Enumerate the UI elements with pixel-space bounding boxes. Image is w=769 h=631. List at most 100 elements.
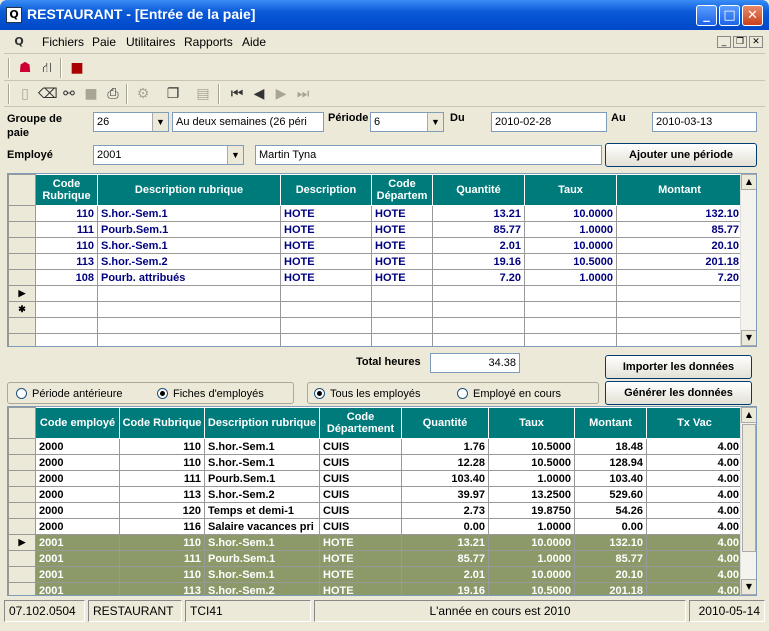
- table-cell[interactable]: [616, 333, 743, 346]
- table-cell[interactable]: 12.28: [401, 454, 489, 471]
- table-cell[interactable]: 13.21: [432, 205, 525, 222]
- col-code-employe[interactable]: Code employé: [35, 407, 120, 439]
- table-cell[interactable]: [616, 301, 743, 318]
- table-cell[interactable]: 19.16: [401, 582, 489, 595]
- next-record-icon[interactable]: ▶: [272, 85, 290, 103]
- table-cell[interactable]: 10.5000: [524, 253, 617, 270]
- form-icon[interactable]: ▤: [194, 85, 212, 103]
- table-cell[interactable]: [97, 285, 281, 302]
- table-cell[interactable]: 111: [35, 221, 98, 238]
- table-cell[interactable]: CUIS: [319, 518, 402, 535]
- empty-row[interactable]: ✱: [8, 301, 743, 318]
- table-cell[interactable]: [432, 317, 525, 334]
- table-cell[interactable]: 2.01: [432, 237, 525, 254]
- copy-icon[interactable]: ❐: [164, 85, 182, 103]
- scroll-down-icon[interactable]: ▼: [741, 330, 756, 346]
- table-cell[interactable]: S.hor.-Sem.2: [97, 253, 281, 270]
- empty-row[interactable]: [8, 317, 743, 334]
- eraser-icon[interactable]: ⌫: [38, 85, 58, 103]
- table-cell[interactable]: S.hor.-Sem.2: [204, 582, 320, 595]
- table-cell[interactable]: [371, 317, 433, 334]
- table-cell[interactable]: 85.77: [432, 221, 525, 238]
- table-cell[interactable]: HOTE: [371, 221, 433, 238]
- top-grid-scrollbar[interactable]: ▲ ▼: [740, 174, 756, 346]
- mdi-minimize-icon[interactable]: _: [717, 36, 731, 48]
- table-cell[interactable]: Temps et demi-1: [204, 502, 320, 519]
- table-cell[interactable]: HOTE: [319, 566, 402, 583]
- print-icon[interactable]: ⎙: [104, 85, 122, 103]
- table-cell[interactable]: [97, 317, 281, 334]
- row-selector[interactable]: [8, 221, 36, 238]
- add-period-button[interactable]: Ajouter une période: [605, 143, 757, 167]
- table-cell[interactable]: 1.0000: [524, 221, 617, 238]
- table-row[interactable]: 2000 113 S.hor.-Sem.2 CUIS 39.97 13.2500 529.6…: [8, 486, 743, 503]
- col-code-departement[interactable]: Code Départem: [371, 174, 433, 206]
- table-cell[interactable]: 10.5000: [488, 438, 575, 455]
- table-cell[interactable]: CUIS: [319, 470, 402, 487]
- groupe-combo[interactable]: 26 ▼: [93, 112, 169, 132]
- table-cell[interactable]: 4.00: [646, 470, 743, 487]
- col-description-rubrique[interactable]: Description rubrique: [204, 407, 320, 439]
- periode-combo[interactable]: 6 ▼: [370, 112, 444, 132]
- mdi-app-icon[interactable]: Q: [10, 33, 28, 51]
- table-cell[interactable]: [35, 333, 98, 346]
- table-row[interactable]: 2000 116 Salaire vacances pri CUIS 0.00 1.000…: [8, 518, 743, 535]
- table-row[interactable]: 2000 111 Pourb.Sem.1 CUIS 103.40 1.0000 103.40…: [8, 470, 743, 487]
- table-cell[interactable]: [432, 285, 525, 302]
- table-cell[interactable]: 10.0000: [524, 205, 617, 222]
- table-cell[interactable]: 2001: [35, 582, 120, 595]
- table-cell[interactable]: S.hor.-Sem.1: [204, 534, 320, 551]
- table-cell[interactable]: 103.40: [401, 470, 489, 487]
- radio-tous-employes[interactable]: Tous les employés: [314, 388, 421, 400]
- table-cell[interactable]: 108: [35, 269, 98, 286]
- table-cell[interactable]: HOTE: [280, 253, 372, 270]
- table-cell[interactable]: 7.20: [432, 269, 525, 286]
- table-cell[interactable]: S.hor.-Sem.1: [204, 454, 320, 471]
- table-cell[interactable]: 4.00: [646, 486, 743, 503]
- row-selector[interactable]: [8, 333, 36, 346]
- table-cell[interactable]: 103.40: [574, 470, 647, 487]
- table-cell[interactable]: [616, 317, 743, 334]
- first-record-icon[interactable]: ⏮: [228, 85, 246, 103]
- mdi-restore-icon[interactable]: ❐: [733, 36, 747, 48]
- table-cell[interactable]: 113: [119, 486, 205, 503]
- table-cell[interactable]: [371, 333, 433, 346]
- table-cell[interactable]: 4.00: [646, 454, 743, 471]
- table-cell[interactable]: [35, 301, 98, 318]
- table-cell[interactable]: [35, 317, 98, 334]
- table-cell[interactable]: HOTE: [371, 269, 433, 286]
- table-cell[interactable]: [97, 333, 281, 346]
- table-cell[interactable]: HOTE: [371, 205, 433, 222]
- table-cell[interactable]: Pourb.Sem.1: [204, 470, 320, 487]
- table-cell[interactable]: 132.10: [574, 534, 647, 551]
- employee-icon[interactable]: ☗: [16, 59, 34, 77]
- import-button[interactable]: Importer les données: [605, 355, 752, 379]
- col-montant[interactable]: Montant: [616, 174, 743, 206]
- table-cell[interactable]: [432, 333, 525, 346]
- table-cell[interactable]: [524, 301, 617, 318]
- empty-row[interactable]: ▶: [8, 285, 743, 302]
- table-cell[interactable]: [524, 333, 617, 346]
- col-code-rubrique[interactable]: Code Rubrique: [119, 407, 205, 439]
- scroll-down-icon[interactable]: ▼: [741, 579, 756, 595]
- table-row[interactable]: 2001 110 S.hor.-Sem.1 HOTE 2.01 10.0000 20.10 4…: [8, 566, 743, 583]
- row-selector[interactable]: [8, 237, 36, 254]
- table-row[interactable]: 2000 120 Temps et demi-1 CUIS 2.73 19.8750 54.…: [8, 502, 743, 519]
- mdi-close-icon[interactable]: ✕: [749, 36, 763, 48]
- new-icon[interactable]: ▯: [16, 85, 34, 103]
- top-grid[interactable]: Code Rubrique Description rubrique Descr…: [7, 173, 757, 347]
- row-selector[interactable]: [8, 269, 36, 286]
- table-cell[interactable]: 111: [119, 470, 205, 487]
- row-selector[interactable]: [8, 486, 36, 503]
- table-cell[interactable]: HOTE: [280, 205, 372, 222]
- row-selector[interactable]: [8, 454, 36, 471]
- table-cell[interactable]: S.hor.-Sem.1: [204, 566, 320, 583]
- table-cell[interactable]: 110: [119, 566, 205, 583]
- table-cell[interactable]: HOTE: [280, 237, 372, 254]
- table-row[interactable]: 2001 111 Pourb.Sem.1 HOTE 85.77 1.0000 85.77 4.…: [8, 550, 743, 567]
- table-cell[interactable]: HOTE: [319, 534, 402, 551]
- table-cell[interactable]: 85.77: [616, 221, 743, 238]
- employe-combo[interactable]: 2001 ▼: [93, 145, 244, 165]
- table-cell[interactable]: 4.00: [646, 518, 743, 535]
- table-cell[interactable]: HOTE: [371, 237, 433, 254]
